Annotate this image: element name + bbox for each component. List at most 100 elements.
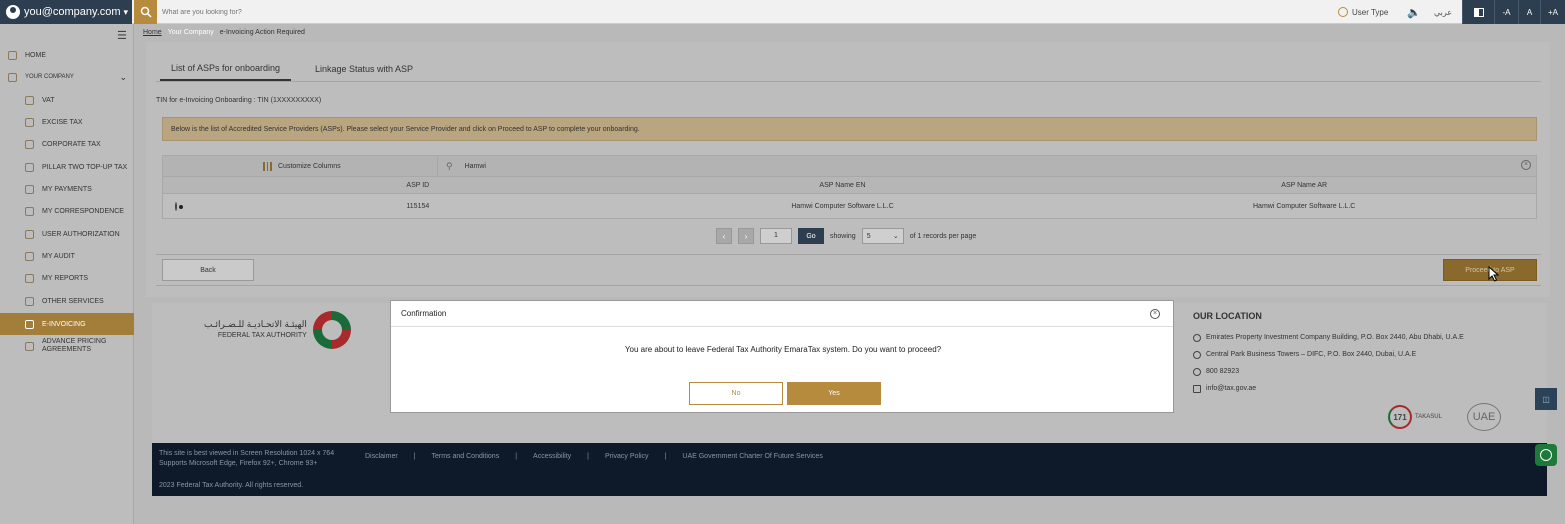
sidebar: ☰ HOME YOUR COMPANY ⌄ VAT EXCISE TAX CORP… bbox=[0, 24, 134, 524]
home-icon bbox=[8, 50, 17, 60]
go-button[interactable]: Go bbox=[798, 228, 824, 244]
table-row[interactable]: 115154 Hamwi Computer Software L.L.C Ham… bbox=[162, 194, 1537, 219]
resolution-line-1: This site is best viewed in Screen Resol… bbox=[159, 450, 335, 457]
sidebar-item-label: MY REPORTS bbox=[42, 274, 89, 282]
breadcrumb-company[interactable]: Your Company bbox=[168, 29, 214, 36]
sidebar-item-other-services[interactable]: OTHER SERVICES bbox=[0, 290, 134, 312]
sidebar-item-my-audit[interactable]: MY AUDIT bbox=[0, 245, 134, 267]
dialog-header: Confirmation × bbox=[391, 301, 1173, 327]
link-accessibility[interactable]: Accessibility bbox=[533, 453, 571, 460]
sidebar-item-e-invoicing[interactable]: E-INVOICING bbox=[0, 313, 134, 335]
mail-icon bbox=[1193, 384, 1201, 393]
back-button[interactable]: Back bbox=[162, 259, 254, 281]
font-increase-button[interactable]: +A bbox=[1540, 0, 1565, 24]
link-charter[interactable]: UAE Government Charter Of Future Service… bbox=[682, 453, 822, 460]
no-button[interactable]: No bbox=[689, 382, 783, 405]
address-1: Emirates Property Investment Company Bui… bbox=[1193, 329, 1464, 346]
breadcrumb: Home Your Company e-Invoicing Action Req… bbox=[143, 29, 305, 36]
global-search-input[interactable] bbox=[162, 4, 762, 20]
speaker-icon[interactable]: 🔈 bbox=[1404, 0, 1424, 24]
whatsapp-icon bbox=[1540, 449, 1552, 461]
sidebar-item-my-reports[interactable]: MY REPORTS bbox=[0, 267, 134, 289]
sidebar-item-my-correspondence[interactable]: MY CORRESPONDENCE bbox=[0, 200, 134, 222]
sidebar-item-label: YOUR COMPANY bbox=[25, 74, 74, 80]
chevron-down-icon: ⌄ bbox=[892, 233, 899, 240]
email-text: info@tax.gov.ae bbox=[1206, 385, 1257, 392]
close-icon[interactable]: × bbox=[1150, 309, 1160, 319]
font-decrease-button[interactable]: -A bbox=[1494, 0, 1518, 24]
sidebar-item-advance-pricing[interactable]: ADVANCE PRICING AGREEMENTS bbox=[0, 335, 134, 357]
asp-name-en-header[interactable]: ASP Name EN bbox=[613, 182, 1073, 189]
link-terms[interactable]: Terms and Conditions bbox=[432, 453, 500, 460]
table-search-input[interactable]: Hamwi bbox=[465, 163, 486, 170]
link-disclaimer[interactable]: Disclaimer bbox=[365, 453, 398, 460]
address-1-text: Emirates Property Investment Company Bui… bbox=[1206, 334, 1464, 341]
accessibility-float-button[interactable]: ◫ bbox=[1535, 388, 1557, 410]
chevron-down-icon: ⌄ bbox=[119, 71, 127, 82]
table-search[interactable]: ⚲ Hamwi × bbox=[437, 156, 1537, 176]
sidebar-item-user-authorization[interactable]: USER AUTHORIZATION bbox=[0, 223, 134, 245]
location-title: OUR LOCATION bbox=[1193, 311, 1262, 321]
link-privacy[interactable]: Privacy Policy bbox=[605, 453, 649, 460]
phone-icon bbox=[1193, 367, 1201, 376]
email[interactable]: info@tax.gov.ae bbox=[1193, 380, 1464, 397]
table-toolbar: Customize Columns ⚲ Hamwi × bbox=[162, 155, 1537, 177]
search-button[interactable] bbox=[134, 0, 157, 24]
clear-search-icon[interactable]: × bbox=[1521, 160, 1531, 170]
main-content: List of ASPs for onboarding Linkage Stat… bbox=[146, 42, 1550, 297]
user-type-label: User Type bbox=[1352, 7, 1389, 17]
sidebar-item-vat[interactable]: VAT bbox=[0, 89, 134, 111]
user-avatar-icon bbox=[6, 5, 20, 19]
user-key-icon bbox=[25, 229, 34, 239]
user-type-selector[interactable]: User Type bbox=[1338, 0, 1388, 24]
page-input[interactable]: 1 bbox=[760, 228, 792, 244]
language-toggle[interactable]: عربي bbox=[1430, 0, 1456, 24]
prev-page-button[interactable]: ‹ bbox=[716, 228, 732, 244]
confirmation-dialog: Confirmation × You are about to leave Fe… bbox=[390, 300, 1174, 413]
address-2: Central Park Business Towers – DIFC, P.O… bbox=[1193, 346, 1464, 363]
phone[interactable]: 800 82923 bbox=[1193, 363, 1464, 380]
customize-columns-button[interactable]: Customize Columns bbox=[263, 162, 341, 171]
sidebar-item-my-payments[interactable]: MY PAYMENTS bbox=[0, 178, 134, 200]
tab-linkage-status[interactable]: Linkage Status with ASP bbox=[304, 57, 424, 81]
contrast-toggle[interactable] bbox=[1462, 0, 1494, 24]
top-bar: you@company.com ▾ User Type 🔈 عربي -A A … bbox=[0, 0, 1565, 24]
row-radio[interactable] bbox=[175, 201, 177, 211]
table-header-row: ASP ID ASP Name EN ASP Name AR bbox=[162, 177, 1537, 194]
payments-icon bbox=[25, 184, 34, 194]
link-separator: | bbox=[413, 453, 416, 460]
hamburger-menu-icon[interactable]: ☰ bbox=[117, 29, 127, 42]
sidebar-item-label: ADVANCE PRICING AGREEMENTS bbox=[42, 338, 107, 353]
invoice-icon bbox=[25, 319, 34, 329]
next-page-button[interactable]: › bbox=[738, 228, 754, 244]
link-separator: | bbox=[664, 453, 667, 460]
user-menu[interactable]: you@company.com ▾ bbox=[0, 0, 132, 24]
audit-icon bbox=[25, 251, 34, 261]
asp-name-ar-header[interactable]: ASP Name AR bbox=[1072, 182, 1536, 189]
logo-arabic-text: الهيئـة الاتحـاديـة للـضـرائـب bbox=[204, 319, 307, 329]
sidebar-item-home[interactable]: HOME bbox=[0, 44, 134, 66]
mail-icon bbox=[25, 206, 34, 216]
sidebar-item-label: USER AUTHORIZATION bbox=[42, 230, 120, 238]
sidebar-item-corporate-tax[interactable]: CORPORATE TAX bbox=[0, 133, 134, 155]
yes-button[interactable]: Yes bbox=[787, 382, 881, 405]
sidebar-item-excise-tax[interactable]: EXCISE TAX bbox=[0, 111, 134, 133]
whatsapp-button[interactable] bbox=[1535, 444, 1557, 466]
tab-list-of-asps[interactable]: List of ASPs for onboarding bbox=[160, 57, 291, 81]
sidebar-item-label: MY CORRESPONDENCE bbox=[42, 207, 124, 215]
breadcrumb-home[interactable]: Home bbox=[143, 29, 162, 36]
font-reset-button[interactable]: A bbox=[1518, 0, 1540, 24]
resolution-note: This site is best viewed in Screen Resol… bbox=[159, 449, 334, 469]
copyright: 2023 Federal Tax Authority. All rights r… bbox=[159, 482, 304, 489]
user-type-icon bbox=[1338, 7, 1348, 17]
sidebar-item-pillar-two[interactable]: PILLAR TWO TOP-UP TAX bbox=[0, 156, 134, 178]
mouse-cursor-icon bbox=[1488, 266, 1500, 282]
contrast-icon bbox=[1473, 7, 1484, 17]
asp-id-header[interactable]: ASP ID bbox=[223, 182, 613, 189]
vat-icon bbox=[25, 95, 34, 105]
asp-name-ar-cell: Hamwi Computer Software L.L.C bbox=[1253, 202, 1356, 210]
per-page-value: 5 bbox=[866, 232, 871, 240]
uae-logo: UAE bbox=[1467, 403, 1501, 431]
per-page-select[interactable]: 5 ⌄ bbox=[861, 228, 904, 244]
sidebar-item-your-company[interactable]: YOUR COMPANY ⌄ bbox=[0, 66, 134, 88]
